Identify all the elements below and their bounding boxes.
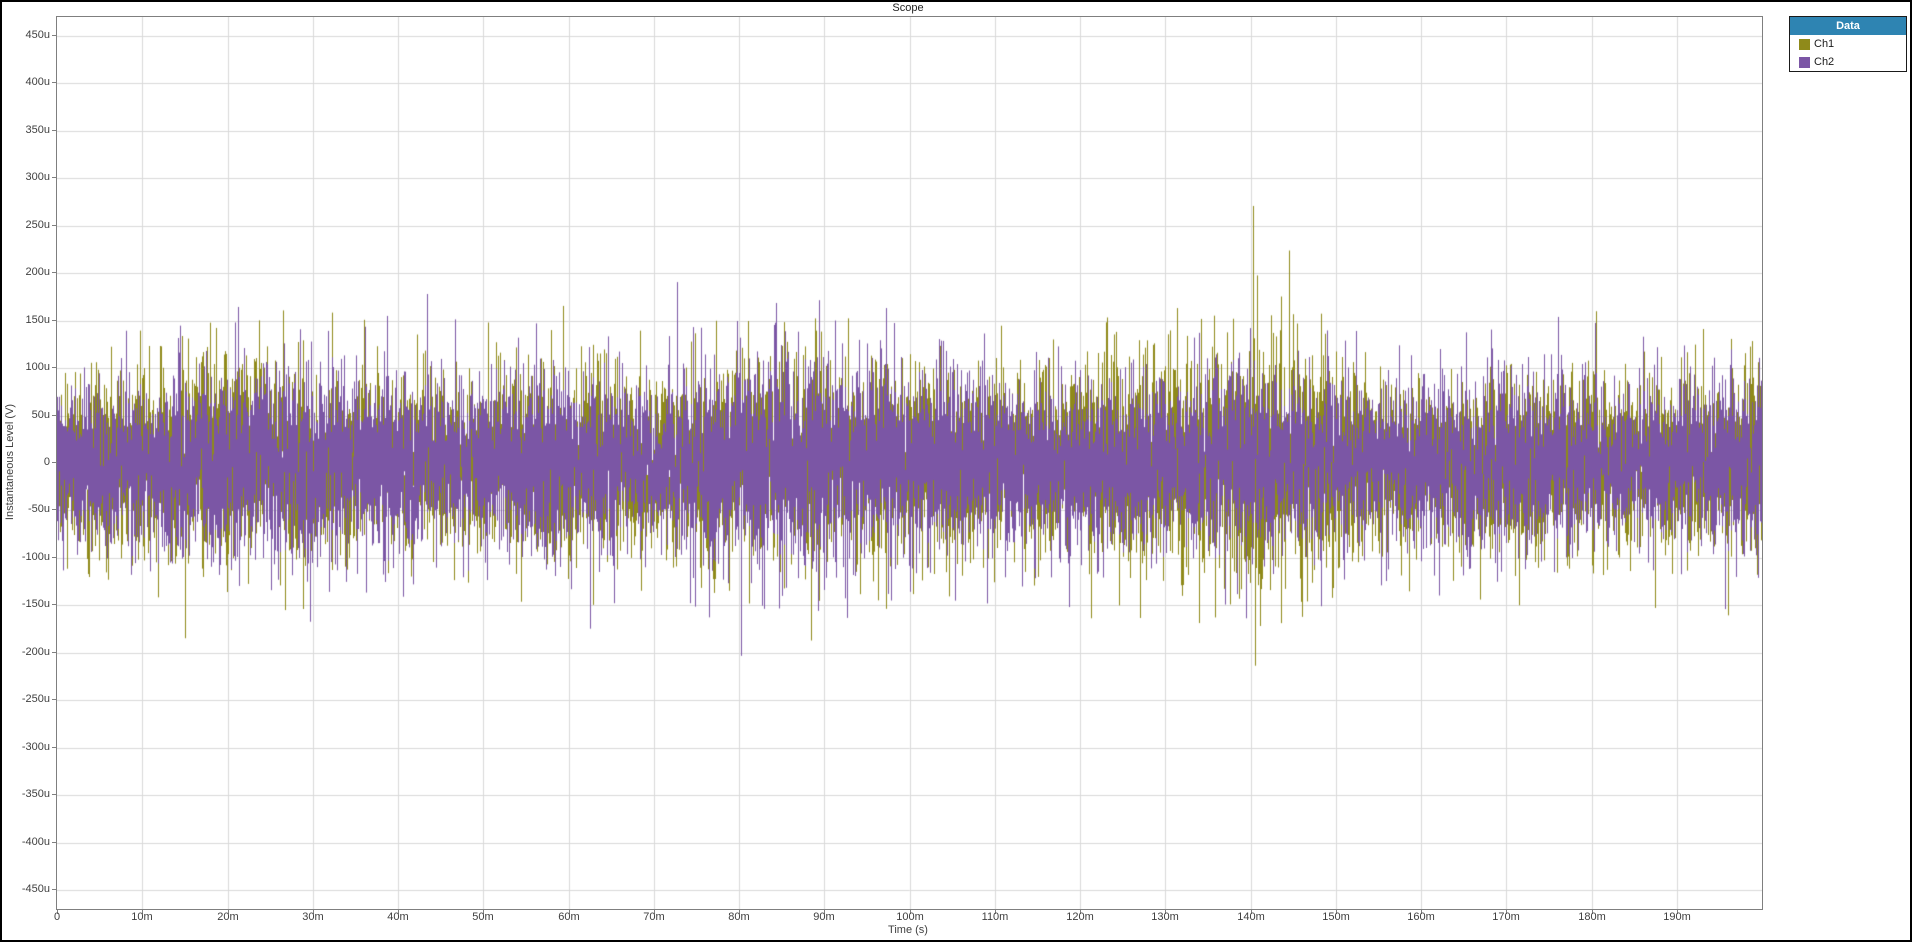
- y-tick-label: -400u: [21, 836, 50, 848]
- y-tick-label: -150u: [21, 598, 50, 610]
- legend-label: Ch1: [1814, 38, 1835, 50]
- tick-mark: [52, 794, 56, 795]
- y-tick-label: -450u: [21, 883, 50, 895]
- tick-mark: [52, 367, 56, 368]
- legend-rows: Ch1 Ch2: [1790, 35, 1906, 71]
- tick-mark: [52, 320, 56, 321]
- y-tick-label: 200u: [25, 266, 50, 278]
- x-tick-label: 170m: [1492, 911, 1520, 923]
- tick-mark: [52, 652, 56, 653]
- y-tick-label: 300u: [25, 171, 50, 183]
- tick-mark: [52, 82, 56, 83]
- y-tick-label: -200u: [21, 646, 50, 658]
- x-axis-label: Time (s): [888, 924, 928, 936]
- y-tick-label: -300u: [21, 741, 50, 753]
- y-tick-label: 250u: [25, 219, 50, 231]
- x-tick-label: 60m: [558, 911, 580, 923]
- plot-area[interactable]: [56, 16, 1763, 910]
- tick-mark: [52, 130, 56, 131]
- x-tick-label: 130m: [1151, 911, 1179, 923]
- chart-title: Scope: [892, 2, 924, 14]
- tick-mark: [52, 225, 56, 226]
- legend-swatch-ch2: [1799, 56, 1810, 68]
- legend-header[interactable]: Data: [1790, 17, 1906, 35]
- x-tick-label: 10m: [131, 911, 153, 923]
- x-tick-label: 180m: [1578, 911, 1606, 923]
- x-tick-label: 40m: [387, 911, 409, 923]
- x-tick-label: 160m: [1407, 911, 1435, 923]
- y-tick-label: -350u: [21, 788, 50, 800]
- tick-mark: [52, 415, 56, 416]
- y-tick-label: -250u: [21, 693, 50, 705]
- x-tick-label: 50m: [472, 911, 494, 923]
- tick-mark: [52, 699, 56, 700]
- tick-mark: [52, 272, 56, 273]
- y-tick-label: 350u: [25, 124, 50, 136]
- tick-mark: [52, 889, 56, 890]
- legend-row-ch1[interactable]: Ch1: [1790, 35, 1906, 53]
- y-tick-label: 100u: [25, 361, 50, 373]
- y-tick-label: -100u: [21, 551, 50, 563]
- x-tick-label: 120m: [1066, 911, 1094, 923]
- y-tick-label: 150u: [25, 314, 50, 326]
- legend-row-ch2[interactable]: Ch2: [1790, 53, 1906, 71]
- tick-mark: [52, 462, 56, 463]
- legend[interactable]: Data Ch1 Ch2: [1789, 16, 1907, 72]
- y-axis-label: Instantaneous Level (V): [4, 403, 16, 521]
- x-tick-label: 190m: [1663, 911, 1691, 923]
- x-tick-label: 140m: [1237, 911, 1265, 923]
- x-tick-label: 150m: [1322, 911, 1350, 923]
- tick-mark: [52, 35, 56, 36]
- x-tick-label: 90m: [813, 911, 835, 923]
- legend-label: Ch2: [1814, 56, 1835, 68]
- tick-mark: [52, 604, 56, 605]
- x-tick-label: 30m: [302, 911, 324, 923]
- waveform-canvas[interactable]: [57, 17, 1762, 909]
- y-tick-label: 400u: [25, 76, 50, 88]
- scope-window: Scope 450u 400u 350u 300u 250u 200u 150u 100u 50…: [0, 0, 1912, 942]
- tick-mark: [52, 747, 56, 748]
- tick-mark: [52, 557, 56, 558]
- x-tick-label: 0: [53, 911, 61, 923]
- tick-mark: [52, 509, 56, 510]
- x-tick-label: 100m: [896, 911, 924, 923]
- tick-mark: [52, 842, 56, 843]
- x-tick-label: 80m: [728, 911, 750, 923]
- legend-swatch-ch1: [1799, 38, 1810, 50]
- x-tick-label: 70m: [643, 911, 665, 923]
- y-tick-label: 450u: [25, 29, 50, 41]
- x-tick-label: 110m: [981, 911, 1009, 923]
- tick-mark: [52, 177, 56, 178]
- x-tick-label: 20m: [217, 911, 239, 923]
